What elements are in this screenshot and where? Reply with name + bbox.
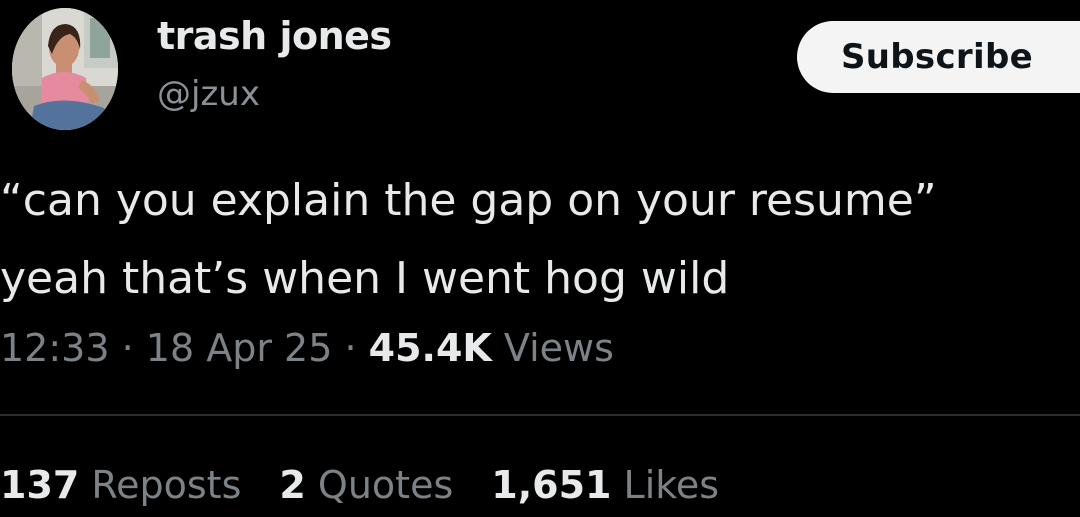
author-display-name[interactable]: trash jones <box>157 14 392 58</box>
author-handle[interactable]: @jzux <box>157 74 260 114</box>
tweet-meta: 12:33 · 18 Apr 25 · 45.4K Views <box>0 326 614 370</box>
tweet-time[interactable]: 12:33 <box>0 326 110 370</box>
meta-separator: · <box>109 326 146 370</box>
tweet-date[interactable]: 18 Apr 25 <box>146 326 333 370</box>
quotes-count: 2 <box>279 463 306 507</box>
reposts-stat[interactable]: 137 Reposts <box>0 463 241 507</box>
likes-label: Likes <box>623 463 720 507</box>
avatar[interactable] <box>12 8 118 130</box>
tweet-text-line: “can you explain the gap on your resume” <box>0 175 937 226</box>
quotes-label: Quotes <box>317 463 454 507</box>
subscribe-button[interactable]: Subscribe <box>797 21 1080 93</box>
likes-stat[interactable]: 1,651 Likes <box>491 463 719 507</box>
divider <box>0 414 1080 416</box>
views-count: 45.4K <box>368 326 492 370</box>
views-label: Views <box>503 326 614 370</box>
tweet-card: trash jones @jzux Subscribe “can you exp… <box>0 0 1080 517</box>
reposts-label: Reposts <box>91 463 242 507</box>
avatar-photo <box>12 8 118 130</box>
reposts-count: 137 <box>0 463 80 507</box>
likes-count: 1,651 <box>491 463 612 507</box>
tweet-text-line: yeah that’s when I went hog wild <box>0 253 730 304</box>
meta-separator: · <box>332 326 369 370</box>
tweet-text: “can you explain the gap on your resume”… <box>0 162 1080 318</box>
engagement-stats: 137 Reposts 2 Quotes 1,651 Likes <box>0 463 757 507</box>
quotes-stat[interactable]: 2 Quotes <box>279 463 453 507</box>
